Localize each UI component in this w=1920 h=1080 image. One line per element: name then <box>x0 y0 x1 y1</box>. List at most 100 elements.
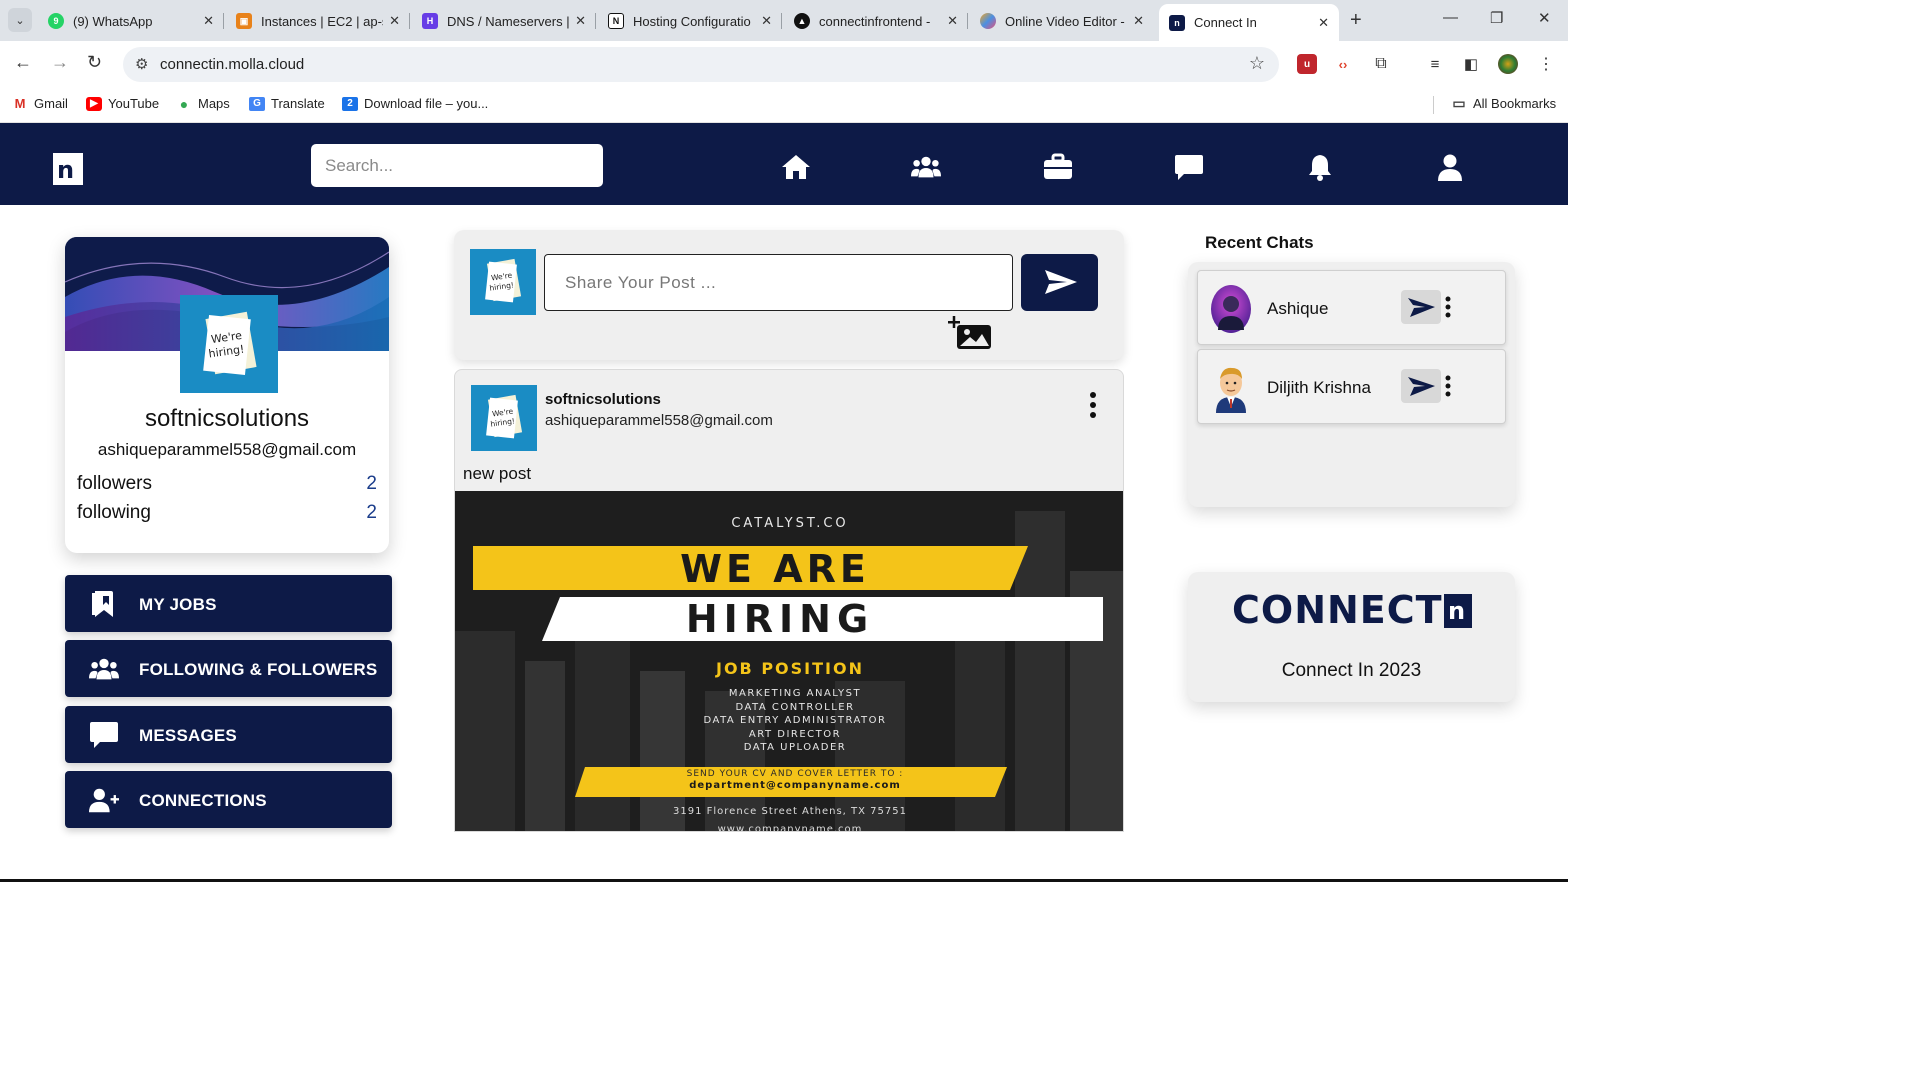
connections-button[interactable]: CONNECTIONS <box>65 771 392 828</box>
tab-separator <box>595 13 596 29</box>
following-count: 2 <box>366 502 377 523</box>
add-image-icon[interactable] <box>948 316 994 350</box>
post-composer: We're hiring! <box>454 230 1124 360</box>
chat-item[interactable]: Diljith Krishna <box>1197 349 1506 424</box>
followers-row[interactable]: followers 2 <box>77 473 377 495</box>
close-tab-icon[interactable]: ✕ <box>575 13 586 29</box>
chat-more-icon[interactable] <box>1444 374 1452 398</box>
reload-icon[interactable]: ↻ <box>87 52 102 73</box>
address-bar[interactable]: ⚙ connectin.molla.cloud ☆ <box>123 47 1279 82</box>
tab-separator <box>781 13 782 29</box>
brand-logo-letter: n <box>1448 597 1466 625</box>
browser-toolbar: ← → ↻ ⚙ connectin.molla.cloud ☆ u ‹› ⧉ ≡… <box>0 41 1568 88</box>
maps-pin-icon: ● <box>179 95 189 112</box>
tab-dns[interactable]: H DNS / Nameservers | ✕ <box>412 6 596 36</box>
restore-icon[interactable]: ❐ <box>1490 9 1503 27</box>
minimize-icon[interactable]: — <box>1443 9 1458 26</box>
close-tab-icon[interactable]: ✕ <box>947 13 958 29</box>
profile-card: We're hiring! softnicsolutions ashiquepa… <box>65 237 389 553</box>
tab-title: Connect In <box>1194 15 1257 30</box>
close-tab-icon[interactable]: ✕ <box>1133 13 1144 29</box>
bookmark-icon <box>92 591 113 617</box>
briefcase-icon[interactable] <box>1043 153 1073 181</box>
poster-website: www.companyname.com <box>717 824 863 832</box>
close-tab-icon[interactable]: ✕ <box>203 13 214 29</box>
post-author-email: ashiqueparammel558@gmail.com <box>545 412 773 429</box>
close-tab-icon[interactable]: ✕ <box>389 13 400 29</box>
new-tab-button[interactable]: + <box>1350 9 1362 32</box>
brand-subtitle: Connect In 2023 <box>1281 660 1422 681</box>
close-tab-icon[interactable]: ✕ <box>761 13 772 29</box>
hostinger-icon: H <box>422 13 438 29</box>
home-icon[interactable] <box>781 153 811 181</box>
translate-icon: G <box>249 96 265 111</box>
post-more-icon[interactable] <box>1083 390 1103 420</box>
search-input[interactable] <box>311 144 603 187</box>
messages-button[interactable]: MESSAGES <box>65 706 392 763</box>
tab-vercel[interactable]: ▲ connectinfrontend - ✕ <box>784 6 968 36</box>
bookmark-label: Maps <box>198 96 230 111</box>
profile-name: softnicsolutions <box>144 405 310 432</box>
aws-icon: ▣ <box>236 13 252 29</box>
post-card: We're hiring! softnicsolutions ashiquepa… <box>454 369 1124 832</box>
menu-label: MESSAGES <box>139 726 237 745</box>
bookmarks-bar: M Gmail ▶ YouTube ● Maps G Translate 2 D… <box>0 88 1568 123</box>
tab-search-button[interactable]: ⌄ <box>8 8 32 32</box>
share-post-input[interactable] <box>544 254 1013 311</box>
connectin-icon: n <box>1169 14 1185 31</box>
chat-name: Diljith Krishna <box>1267 378 1371 397</box>
chat-send-button[interactable] <box>1401 290 1441 324</box>
chat-icon[interactable] <box>1174 153 1204 181</box>
post-image[interactable]: CATALYST.CO WE ARE HIRING JOB POSITION M… <box>455 491 1123 832</box>
close-window-icon[interactable]: ✕ <box>1538 9 1551 27</box>
send-post-button[interactable] <box>1021 254 1098 311</box>
tab-hosting[interactable]: N Hosting Configuratio ✕ <box>598 6 782 36</box>
poster-headline-2: HIRING <box>685 597 875 641</box>
tab-ec2[interactable]: ▣ Instances | EC2 | ap-s ✕ <box>226 6 410 36</box>
my-jobs-button[interactable]: MY JOBS <box>65 575 392 632</box>
composer-avatar: We're hiring! <box>470 249 536 315</box>
bell-icon[interactable] <box>1305 153 1335 181</box>
post-author-name[interactable]: softnicsolutions <box>545 391 661 408</box>
forward-icon[interactable]: → <box>51 52 69 73</box>
bookmark-star-icon[interactable]: ☆ <box>1249 53 1265 74</box>
tab-title: connectinfrontend - <box>819 13 931 29</box>
chat-item[interactable]: Ashique <box>1197 270 1506 345</box>
following-followers-button[interactable]: FOLLOWING & FOLLOWERS <box>65 640 392 697</box>
whatsapp-icon: 9 <box>48 13 64 29</box>
tab-connect-in[interactable]: n Connect In ✕ <box>1159 4 1339 41</box>
devtools-extension-icon[interactable]: ‹› <box>1333 54 1353 74</box>
poster-position: DATA UPLOADER <box>743 742 847 753</box>
media-control-icon[interactable]: ≡ <box>1425 54 1445 74</box>
bookmark-maps[interactable]: ● Maps <box>176 95 230 112</box>
recent-chats-title: Recent Chats <box>1205 233 1314 252</box>
tab-separator <box>223 13 224 29</box>
bookmark-translate[interactable]: G Translate <box>249 96 325 111</box>
bookmark-youtube[interactable]: ▶ YouTube <box>86 96 159 111</box>
all-bookmarks[interactable]: ▭ All Bookmarks <box>1451 95 1556 111</box>
side-panel-icon[interactable]: ◧ <box>1461 54 1481 74</box>
chat-send-button[interactable] <box>1401 369 1441 403</box>
browser-menu-icon[interactable]: ⋮ <box>1536 54 1556 74</box>
tab-whatsapp[interactable]: 9 (9) WhatsApp ✕ <box>38 6 224 36</box>
following-row[interactable]: following 2 <box>77 502 377 524</box>
bookmark-download[interactable]: 2 Download file – you... <box>342 96 488 111</box>
poster-position: ART DIRECTOR <box>748 728 842 740</box>
profile-avatar-icon[interactable] <box>1498 54 1518 74</box>
profile-avatar[interactable]: We're hiring! <box>180 295 278 393</box>
bookmark-gmail[interactable]: M Gmail <box>12 96 68 111</box>
back-icon[interactable]: ← <box>14 52 32 73</box>
close-tab-icon[interactable]: ✕ <box>1318 15 1329 31</box>
chat-more-icon[interactable] <box>1444 295 1452 319</box>
bookmark-label: Gmail <box>34 96 68 111</box>
poster-position: MARKETING ANALYST <box>728 688 862 699</box>
ublock-icon[interactable]: u <box>1297 54 1317 74</box>
url-text[interactable]: connectin.molla.cloud <box>160 56 304 73</box>
site-info-icon[interactable]: ⚙ <box>135 55 148 73</box>
people-icon[interactable] <box>911 153 941 181</box>
app-logo[interactable]: n <box>53 153 83 185</box>
tab-video-editor[interactable]: Online Video Editor - ✕ <box>970 6 1154 36</box>
post-author-avatar[interactable]: We're hiring! <box>471 385 537 451</box>
user-icon[interactable] <box>1435 153 1465 181</box>
extensions-icon[interactable]: ⧉ <box>1371 54 1391 74</box>
